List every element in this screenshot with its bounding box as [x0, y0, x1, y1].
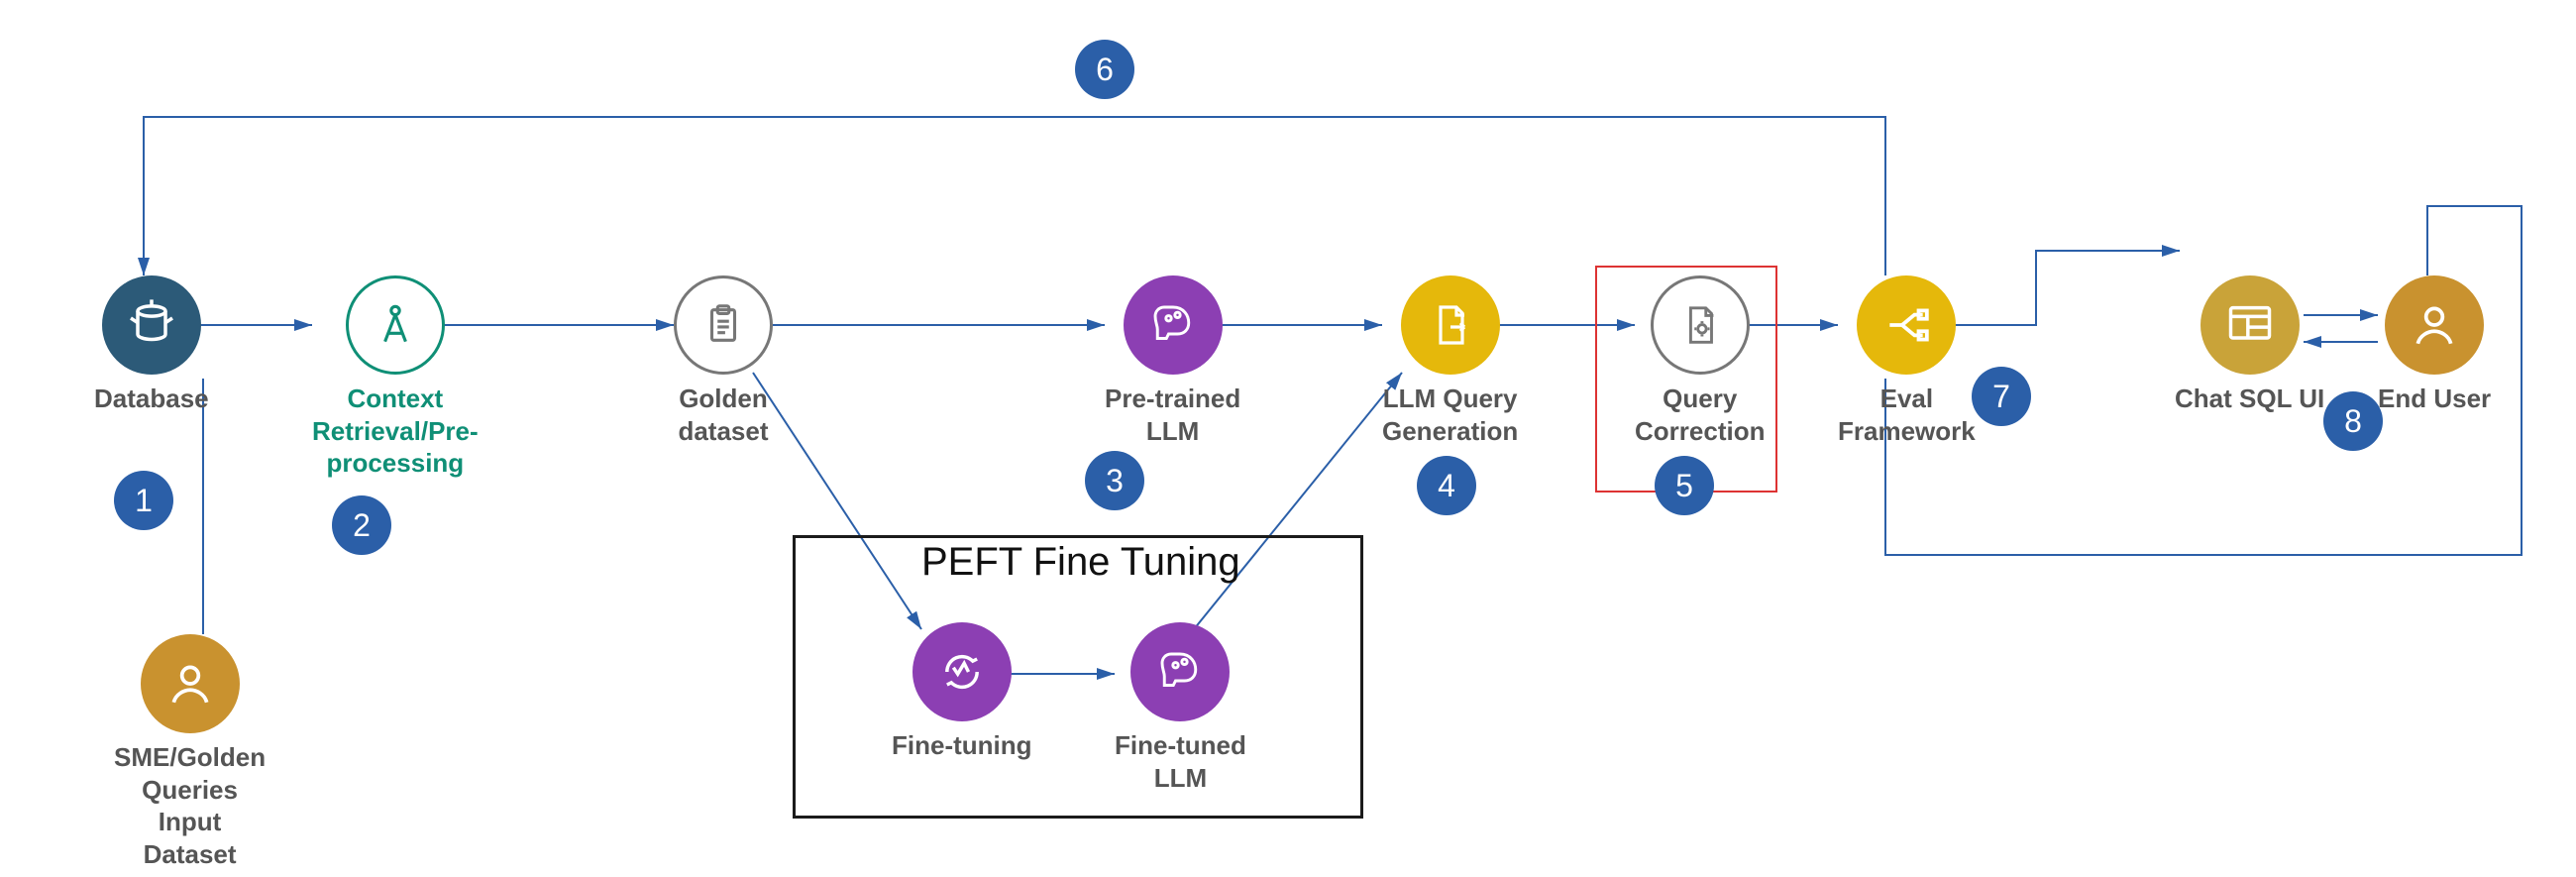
step-badge-1: 1	[114, 471, 173, 530]
user-icon	[2385, 275, 2484, 375]
step-badge-5: 5	[1655, 456, 1714, 515]
user-icon	[141, 634, 240, 733]
node-sme-input: SME/Golden Queries Input Dataset	[114, 634, 266, 870]
step-badge-4: 4	[1417, 456, 1476, 515]
node-label: Database	[94, 383, 209, 415]
peft-title: PEFT Fine Tuning	[921, 540, 1240, 585]
node-label: Golden dataset	[678, 383, 768, 447]
compass-icon	[346, 275, 445, 375]
node-llm-query-gen: LLM Query Generation	[1382, 275, 1518, 447]
step-badge-7: 7	[1972, 367, 2031, 426]
clipboard-icon	[674, 275, 773, 375]
node-context-retrieval: Context Retrieval/Pre- processing	[312, 275, 479, 480]
database-icon	[102, 275, 201, 375]
node-label: Eval Framework	[1838, 383, 1976, 447]
node-label: End User	[2378, 383, 2491, 415]
node-label: Chat SQL UI	[2175, 383, 2324, 415]
step-badge-6: 6	[1075, 40, 1134, 99]
node-golden-dataset: Golden dataset	[674, 275, 773, 447]
node-label: Context Retrieval/Pre- processing	[312, 383, 479, 480]
node-pretrained-llm: Pre-trained LLM	[1105, 275, 1240, 447]
step-badge-8: 8	[2323, 391, 2383, 451]
node-database: Database	[94, 275, 209, 415]
dashboard-icon	[2200, 275, 2300, 375]
node-label: SME/Golden Queries Input Dataset	[114, 741, 266, 870]
step-badge-3: 3	[1085, 451, 1144, 510]
node-eval-framework: Eval Framework	[1838, 275, 1976, 447]
brain-gear-icon	[1124, 275, 1223, 375]
step-badge-2: 2	[332, 495, 391, 555]
node-chat-sql-ui: Chat SQL UI	[2175, 275, 2324, 415]
node-label: LLM Query Generation	[1382, 383, 1518, 447]
branch-icon	[1857, 275, 1956, 375]
document-export-icon	[1401, 275, 1500, 375]
node-end-user: End User	[2378, 275, 2491, 415]
node-label: Pre-trained LLM	[1105, 383, 1240, 447]
